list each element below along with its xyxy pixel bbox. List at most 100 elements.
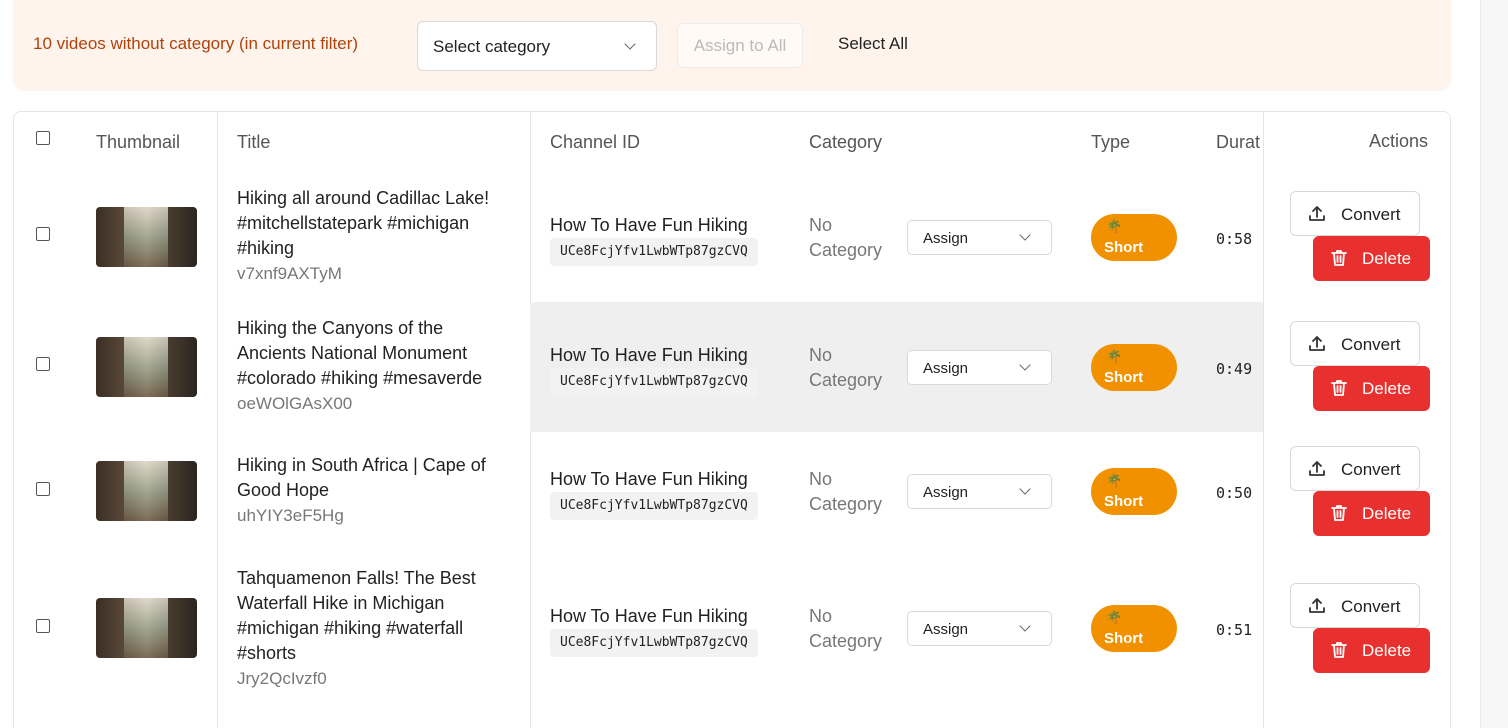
convert-button[interactable]: Convert (1290, 191, 1420, 236)
duration-value: 0:49 (1216, 360, 1253, 378)
video-thumbnail[interactable] (96, 207, 197, 267)
type-badge: 🌴 Short (1091, 468, 1177, 515)
category-value: No Category (809, 345, 883, 390)
select-all-button[interactable]: Select All (838, 34, 908, 54)
upload-icon (1309, 598, 1325, 613)
assign-select-label: Assign (923, 360, 969, 377)
assign-category-select[interactable]: Assign (907, 350, 1052, 385)
delete-button[interactable]: Delete (1313, 366, 1430, 411)
trash-icon (1331, 505, 1347, 521)
video-title: Hiking all around Cadillac Lake! #mitche… (237, 188, 490, 258)
delete-button-label: Delete (1362, 379, 1412, 398)
channel-name: How To Have Fun Hiking (550, 606, 748, 626)
category-select[interactable]: Select category (417, 21, 657, 71)
table-row: Hiking the Canyons of the Ancients Natio… (14, 302, 1450, 432)
row-checkbox[interactable] (36, 482, 50, 496)
video-title: Tahquamenon Falls! The Best Waterfall Hi… (237, 568, 476, 663)
upload-icon (1309, 461, 1325, 476)
category-value: No Category (809, 469, 883, 514)
header-category[interactable]: Category (809, 132, 882, 153)
header-actions: Actions (1369, 131, 1429, 151)
palm-tree-icon: 🌴 (1106, 473, 1123, 488)
channel-name: How To Have Fun Hiking (550, 345, 748, 365)
select-all-checkbox[interactable] (36, 131, 50, 145)
channel-id: UCe8FcjYfv1LwbWTp87gzCVQ (550, 492, 758, 520)
delete-button-label: Delete (1362, 249, 1412, 268)
video-thumbnail[interactable] (96, 337, 197, 397)
video-id: oeWOlGAsX00 (237, 394, 353, 413)
trash-icon (1331, 380, 1347, 396)
trash-icon (1331, 250, 1347, 266)
video-thumbnail[interactable] (96, 461, 197, 521)
chevron-down-icon (1019, 620, 1031, 632)
type-label: Short (1104, 493, 1144, 510)
page: 10 videos without category (in current f… (0, 0, 1508, 728)
delete-button-label: Delete (1362, 504, 1412, 523)
video-id: v7xnf9AXTyM (237, 264, 342, 283)
type-badge: 🌴 Short (1091, 344, 1177, 391)
channel-name: How To Have Fun Hiking (550, 215, 748, 235)
duration-value: 0:58 (1216, 230, 1253, 248)
palm-tree-icon: 🌴 (1106, 349, 1123, 364)
duration-value: 0:51 (1216, 621, 1253, 639)
videos-table: Thumbnail Title Channel ID Category Type… (13, 111, 1451, 728)
uncategorized-count-message: 10 videos without category (in current f… (33, 34, 359, 53)
category-select-value: Select category (433, 37, 551, 56)
convert-button[interactable]: Convert (1290, 321, 1420, 366)
convert-button-label: Convert (1341, 205, 1401, 224)
delete-button-label: Delete (1362, 641, 1412, 660)
duration-value: 0:50 (1216, 484, 1253, 502)
header-thumbnail: Thumbnail (96, 132, 181, 152)
header-type[interactable]: Type (1091, 132, 1130, 153)
assign-select-label: Assign (923, 230, 969, 247)
chevron-down-icon (1019, 359, 1031, 371)
convert-button-label: Convert (1341, 597, 1401, 616)
assign-category-select[interactable]: Assign (907, 474, 1052, 509)
table-row: Hiking in South Africa | Cape of Good Ho… (14, 432, 1450, 552)
convert-button-label: Convert (1341, 460, 1401, 479)
table-row: Tahquamenon Falls! The Best Waterfall Hi… (14, 552, 1450, 712)
type-badge: 🌴 Short (1091, 214, 1177, 261)
video-title: Hiking the Canyons of the Ancients Natio… (237, 318, 483, 388)
video-id: uhYIY3eF5Hg (237, 506, 344, 525)
type-label: Short (1104, 369, 1144, 386)
upload-icon (1309, 206, 1325, 221)
category-value: No Category (809, 606, 883, 651)
row-checkbox[interactable] (36, 227, 50, 241)
channel-id: UCe8FcjYfv1LwbWTp87gzCVQ (550, 629, 758, 657)
type-label: Short (1104, 630, 1144, 647)
video-title: Hiking in South Africa | Cape of Good Ho… (237, 455, 486, 500)
convert-button-label: Convert (1341, 335, 1401, 354)
trash-icon (1331, 642, 1347, 658)
chevron-down-icon (624, 38, 636, 50)
header-title[interactable]: Title (237, 132, 270, 153)
assign-select-label: Assign (923, 484, 969, 501)
header-channel-id[interactable]: Channel ID (550, 132, 640, 153)
upload-icon (1309, 336, 1325, 351)
type-label: Short (1104, 239, 1144, 256)
convert-button[interactable]: Convert (1290, 446, 1420, 491)
palm-tree-icon: 🌴 (1106, 610, 1123, 625)
assign-select-label: Assign (923, 621, 969, 638)
channel-name: How To Have Fun Hiking (550, 469, 748, 489)
category-value: No Category (809, 215, 883, 260)
assign-to-all-button[interactable]: Assign to All (677, 23, 803, 68)
row-checkbox[interactable] (36, 357, 50, 371)
type-badge: 🌴 Short (1091, 605, 1177, 652)
assign-category-select[interactable]: Assign (907, 220, 1052, 255)
palm-tree-icon: 🌴 (1106, 219, 1123, 234)
page-scrollbar[interactable] (1480, 0, 1508, 728)
convert-button[interactable]: Convert (1290, 583, 1420, 628)
video-thumbnail[interactable] (96, 598, 197, 658)
channel-id: UCe8FcjYfv1LwbWTp87gzCVQ (550, 368, 758, 396)
delete-button[interactable]: Delete (1313, 236, 1430, 281)
header-duration[interactable]: Durat (1216, 132, 1260, 153)
uncategorized-filter-banner: 10 videos without category (in current f… (13, 0, 1451, 91)
chevron-down-icon (1019, 483, 1031, 495)
assign-category-select[interactable]: Assign (907, 611, 1052, 646)
video-id: Jry2QcIvzf0 (237, 669, 327, 688)
delete-button[interactable]: Delete (1313, 628, 1430, 673)
row-checkbox[interactable] (36, 619, 50, 633)
table-row: Hiking all around Cadillac Lake! #mitche… (14, 172, 1450, 302)
delete-button[interactable]: Delete (1313, 491, 1430, 536)
